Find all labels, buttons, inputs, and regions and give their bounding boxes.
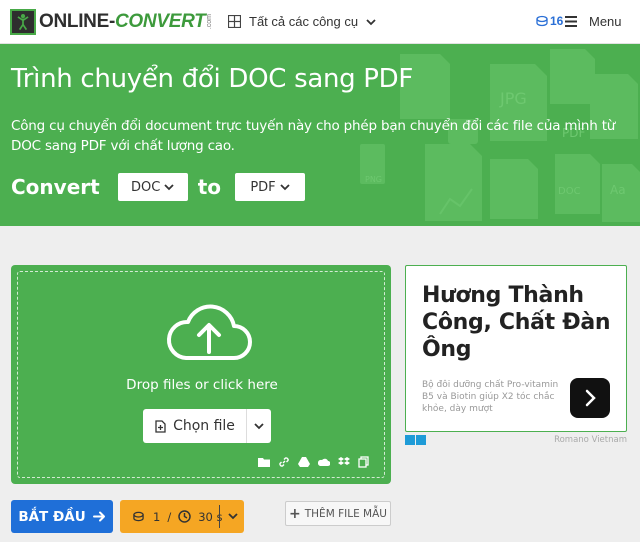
coin-icon [133,511,144,522]
file-plus-icon [155,419,166,433]
ad-description: Bộ đôi dưỡng chất Pro-vitamin B5 và Biot… [422,380,559,414]
credit-cost: 1 [153,509,161,524]
start-conversion-button[interactable]: BẮT ĐẦU [11,500,113,533]
logo-text: ONLINE-CONVERT [39,11,206,33]
arrow-right-icon [92,511,105,522]
to-label: to [197,175,221,199]
advertisement[interactable]: Hương Thành Công, Chất Đàn Ông Bộ đôi dư… [405,265,627,432]
ad-open-button[interactable] [570,378,610,418]
choose-file-label: Chọn file [173,418,235,434]
choose-file-dropdown[interactable] [247,409,271,443]
hero-banner: JPG PNG DOC PDF Aa Trình chuyển đổi DOC … [0,44,640,226]
to-format-value: PDF [250,179,276,195]
page-description: Công cụ chuyển đổi document trực tuyến n… [11,118,616,154]
all-tools-dropdown[interactable]: Tất cả các công cụ [228,14,376,29]
jpg-bg-label: JPG [499,89,527,108]
credits-counter[interactable]: 16 [536,14,563,28]
conversion-cost-button[interactable]: 1 / 30 s [120,500,244,533]
sample-label: THÊM FILE MẪU [304,507,387,520]
upload-source-icons [258,455,370,468]
chevron-right-icon [585,389,596,407]
chevron-down-icon [164,184,174,191]
google-drive-icon[interactable] [298,455,310,467]
logo-text-right: CONVERT [115,11,206,32]
add-sample-file-button[interactable]: + THÊM FILE MẪU [285,501,391,526]
cloud-upload-icon [166,304,252,360]
link-icon[interactable] [278,455,290,467]
logo-text-left: ONLINE- [39,11,116,32]
format-selector-row: Convert DOC to PDF [11,173,305,201]
all-tools-label: Tất cả các công cụ [249,14,359,29]
ad-source[interactable]: Romano Vietnam [554,435,627,445]
drop-files-text: Drop files or click here [126,377,278,393]
from-format-value: DOC [131,179,161,195]
dropbox-icon[interactable] [338,455,350,467]
ad-title: Hương Thành Công, Chất Đàn Ông [422,283,611,362]
top-header: ONLINE-CONVERT .com Tất cả các công cụ 1… [0,0,640,44]
font-bg-label: Aa [610,183,626,197]
from-format-select[interactable]: DOC [117,173,188,201]
hamburger-icon [565,16,577,27]
drop-zone[interactable]: Drop files or click here Chọn file [17,271,385,478]
credits-count: 16 [550,14,564,28]
menu-button[interactable]: Menu [565,14,622,29]
menu-label: Menu [589,14,622,29]
start-label: BẮT ĐẦU [18,508,86,525]
page-title: Trình chuyển đổi DOC sang PDF [11,64,414,94]
choose-file-button[interactable]: Chọn file [143,409,247,443]
grid-icon [228,15,241,28]
chevron-down-icon [254,423,264,430]
doc-bg-label: DOC [558,186,581,197]
folder-icon[interactable] [258,455,270,467]
cost-divider [219,505,220,528]
convert-label: Convert [11,175,100,199]
file-upload-area[interactable]: Drop files or click here Chọn file [11,265,391,484]
choose-file-button-group: Chọn file [143,409,271,443]
clock-icon [178,510,191,523]
png-bg-label: PNG [365,175,382,184]
logo-icon [10,9,36,35]
logo-suffix: .com [206,14,214,30]
chevron-down-icon [366,18,376,25]
plus-icon: + [289,505,301,522]
to-format-select[interactable]: PDF [235,173,305,201]
cost-separator: / [167,509,172,524]
ad-choices-icon[interactable] [405,435,426,445]
chevron-down-icon [280,184,290,191]
onedrive-icon[interactable] [317,455,331,467]
coin-icon [536,15,548,27]
chevron-down-icon[interactable] [228,511,238,521]
site-logo[interactable]: ONLINE-CONVERT .com [10,9,213,35]
copy-icon[interactable] [358,455,370,468]
ad-footer: Romano Vietnam [405,435,627,447]
